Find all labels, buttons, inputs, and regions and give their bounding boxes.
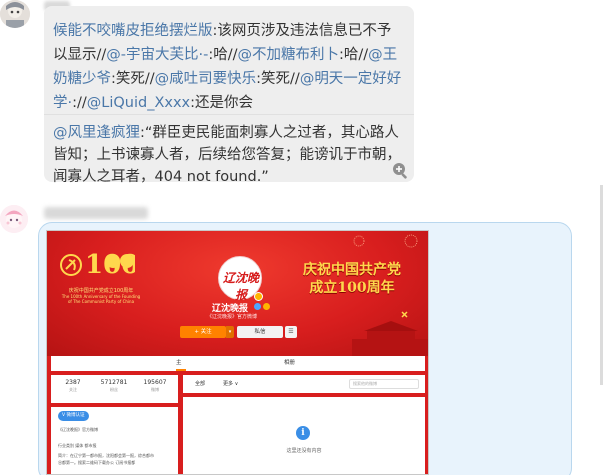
repost-comment: :// [72, 95, 87, 111]
scrollbar[interactable] [600, 185, 603, 385]
menu-icon[interactable]: ☰ [285, 326, 297, 338]
user-mention[interactable]: 候能不咬嘴皮拒绝摆烂版 [53, 23, 213, 39]
divider [44, 114, 414, 115]
verified-icon [254, 292, 263, 301]
repost-comment: :哈// [208, 47, 238, 63]
repost-comment: :还是你会 [190, 95, 254, 111]
user-mention[interactable]: @咸吐司要快乐 [155, 71, 257, 87]
screenshot-image[interactable]: 100 庆祝中国共产党成立100周年 The 100th Anniversary… [46, 230, 429, 475]
follow-dropdown-button[interactable]: ▾ [226, 326, 234, 338]
stats-card: 2387 关注 5712781 粉丝 195607 微博 [51, 375, 178, 403]
user-mention[interactable]: @不加糖布利卜 [238, 47, 340, 63]
repost-comment: :笑死// [256, 71, 300, 87]
info-card: V 微博认证 《辽沈晚报》官方微博 行业类别 媒体 都市报 简介：在辽宁第一都市… [51, 407, 178, 474]
empty-message: 这里还没有内容 [286, 448, 322, 454]
avatar[interactable] [0, 0, 30, 28]
tab-album[interactable]: 相册 [284, 356, 295, 371]
stat-following[interactable]: 2387 关注 [53, 378, 93, 393]
repost-chain-text: 候能不咬嘴皮拒绝摆烂版:该网页涉及违法信息已不予以显示//@-宇宙大芙比·-:哈… [53, 19, 403, 115]
verified-tag: V 微博认证 [58, 411, 89, 421]
filter-more[interactable]: 更多 ∨ [223, 375, 238, 393]
filter-all[interactable]: 全部 [195, 375, 205, 393]
message-button[interactable]: 私信 [237, 326, 283, 338]
repost-comment: :笑死// [111, 71, 155, 87]
vip-icon [263, 303, 270, 310]
gender-icon [254, 303, 261, 310]
repost-comment: :哈// [339, 47, 369, 63]
feed-toolbar: 全部 更多 ∨ 搜索他的微博 [183, 375, 425, 393]
tiananmen-decoration [352, 311, 428, 356]
profile-description: 《辽沈晚报》官方微博 [207, 314, 258, 320]
search-input[interactable]: 搜索他的微博 [349, 379, 419, 389]
original-author-mention[interactable]: @风里逢疯狸 [53, 125, 140, 141]
info-line: 行业类别 媒体 都市报 [58, 443, 97, 448]
original-post-text: @风里逢疯狸:“群臣吏民能面刺寡人之过者，其心路人皆知；上书谏寡人者，后续给您答… [53, 122, 408, 188]
info-line: 《辽沈晚报》官方微博 [58, 427, 98, 432]
fireworks-decoration [353, 234, 418, 248]
badge-caption: 庆祝中国共产党成立100周年 The 100th Anniversary of … [61, 288, 141, 305]
stat-followers[interactable]: 5712781 粉丝 [94, 378, 134, 393]
info-line: 简介：在辽宁第一都市报，沈阳都会第一报，综合都市 [58, 453, 154, 458]
username-redacted [44, 207, 148, 219]
profile-banner: 100 庆祝中国共产党成立100周年 The 100th Anniversary… [47, 231, 428, 356]
info-icon: i [296, 426, 310, 440]
info-line: 谷都第一。搜索二维码下载办公 订阅书报都 [58, 460, 136, 465]
stat-posts[interactable]: 195607 微博 [135, 378, 175, 393]
anniversary-slogan: 庆祝中国共产党 成立100周年 [303, 262, 401, 296]
anniversary-badge: 100 庆祝中国共产党成立100周年 The 100th Anniversary… [55, 239, 140, 309]
user-mention[interactable]: @-宇宙大芙比·- [106, 47, 208, 63]
user-mention[interactable]: @LiQuid_Xxxx [87, 95, 190, 111]
feed-empty-state: i 这里还没有内容 [183, 397, 425, 474]
follow-button[interactable]: + 关注 [180, 326, 226, 338]
profile-tabs: 主页 相册 [51, 356, 425, 381]
zoom-in-icon[interactable] [392, 162, 409, 179]
avatar[interactable] [0, 205, 28, 233]
page: 候能不咬嘴皮拒绝摆烂版:该网页涉及违法信息已不予以显示//@-宇宙大芙比·-:哈… [0, 0, 604, 475]
